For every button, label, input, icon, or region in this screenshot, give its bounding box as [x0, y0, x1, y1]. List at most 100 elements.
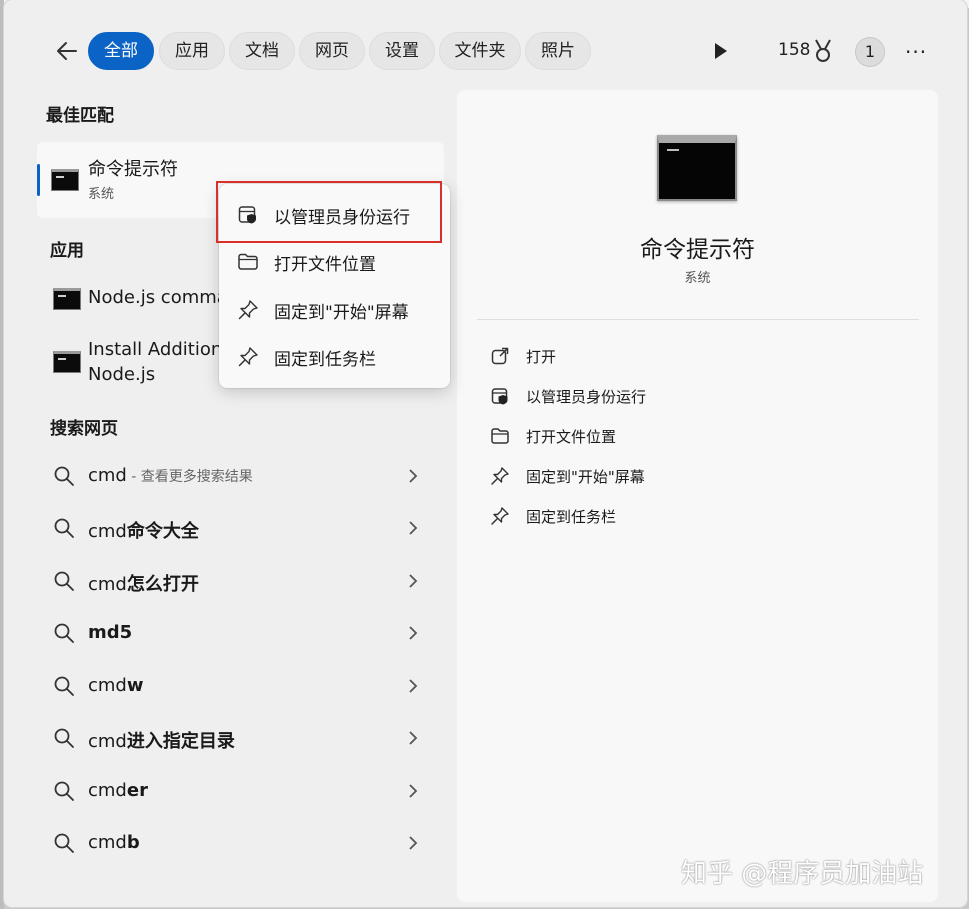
chevron-right-icon — [409, 521, 418, 535]
search-window: 全部 应用 文档 网页 设置 文件夹 照片 158 1 ··· 最佳匹配 命令提… — [4, 0, 967, 907]
search-icon — [54, 781, 74, 801]
action-label: 固定到"开始"屏幕 — [526, 468, 645, 486]
app-result-nodejs-command-prompt[interactable]: Node.js comma — [37, 283, 228, 315]
back-arrow-icon[interactable] — [54, 38, 80, 64]
shield-window-icon — [238, 206, 256, 224]
command-prompt-large-icon — [657, 135, 737, 201]
rewards-points: 158 — [778, 40, 811, 60]
query-hint: - 查看更多搜索结果 — [126, 469, 253, 485]
folder-icon — [491, 428, 509, 444]
context-menu-pin-to-taskbar[interactable]: 固定到任务栏 — [219, 335, 450, 379]
action-pin-to-start[interactable]: 固定到"开始"屏幕 — [487, 458, 887, 494]
query-prefix: cmd — [88, 675, 127, 696]
chevron-right-icon — [409, 731, 418, 745]
chevron-right-icon — [409, 469, 418, 483]
best-match-heading: 最佳匹配 — [46, 106, 114, 126]
context-menu-label: 固定到任务栏 — [274, 350, 376, 370]
open-external-icon — [491, 347, 509, 365]
search-icon — [54, 571, 74, 591]
play-icon[interactable] — [712, 41, 730, 61]
filter-chip-apps[interactable]: 应用 — [159, 32, 225, 70]
search-icon — [54, 833, 74, 853]
action-open[interactable]: 打开 — [487, 338, 887, 374]
medal-icon[interactable] — [811, 38, 835, 64]
query-suggestion: 进入指定目录 — [126, 731, 235, 752]
action-pin-to-taskbar[interactable]: 固定到任务栏 — [487, 498, 887, 534]
search-icon — [54, 728, 74, 748]
context-menu-run-as-admin[interactable]: 以管理员身份运行 — [219, 193, 450, 237]
search-icon — [54, 466, 74, 486]
pin-icon — [491, 507, 509, 525]
chevron-right-icon — [409, 574, 418, 588]
best-match-subtitle: 系统 — [88, 187, 115, 202]
context-menu-pin-to-start[interactable]: 固定到"开始"屏幕 — [219, 288, 450, 332]
filter-chip-settings[interactable]: 设置 — [369, 32, 435, 70]
query-suggestion: 怎么打开 — [126, 574, 199, 595]
pin-icon — [491, 467, 509, 485]
search-icon — [54, 623, 74, 643]
search-icon — [54, 518, 74, 538]
query-suggestion: b — [126, 832, 140, 853]
chevron-right-icon — [409, 679, 418, 693]
filter-chip-all[interactable]: 全部 — [88, 32, 154, 70]
command-prompt-icon — [53, 351, 81, 373]
command-prompt-icon — [51, 169, 79, 191]
detail-divider — [477, 319, 919, 320]
app-result-label-line2: Node.js — [88, 364, 156, 385]
context-menu-open-file-location[interactable]: 打开文件位置 — [219, 240, 450, 284]
web-search-row[interactable]: cmd - 查看更多搜索结果 — [37, 453, 437, 501]
web-search-row[interactable]: cmder — [37, 768, 437, 816]
selection-accent — [37, 164, 40, 196]
web-search-row[interactable]: cmd命令大全 — [37, 505, 437, 553]
action-label: 打开 — [526, 348, 557, 366]
web-search-row[interactable]: cmdw — [37, 663, 437, 711]
shield-window-icon — [491, 388, 508, 405]
query-prefix: cmd — [88, 780, 127, 801]
context-menu-label: 打开文件位置 — [274, 255, 376, 275]
query-suggestion: 命令大全 — [126, 521, 199, 542]
query-prefix: cmd — [88, 832, 127, 853]
filter-chip-documents[interactable]: 文档 — [229, 32, 295, 70]
query-suggestion: w — [126, 675, 144, 696]
app-result-install-additional-tools[interactable]: Install Additiona Node.js — [37, 337, 233, 389]
web-search-row[interactable]: cmdb — [37, 820, 437, 868]
filter-chip-web[interactable]: 网页 — [299, 32, 365, 70]
filter-chip-folders[interactable]: 文件夹 — [439, 32, 521, 70]
action-label: 以管理员身份运行 — [526, 388, 647, 406]
query-suggestion: er — [126, 780, 148, 801]
app-result-label-line1: Install Additiona — [88, 339, 234, 360]
context-menu: 以管理员身份运行 打开文件位置 固定到"开始"屏幕 固定到任务栏 — [219, 184, 450, 388]
web-search-row[interactable]: md5 — [37, 610, 437, 658]
chevron-right-icon — [409, 626, 418, 640]
best-match-name: 命令提示符 — [88, 159, 178, 180]
folder-icon — [238, 253, 258, 270]
watermark: 知乎 @程序员加油站 — [681, 859, 924, 889]
context-menu-label: 固定到"开始"屏幕 — [274, 303, 409, 323]
app-result-label: Node.js comma — [88, 287, 228, 308]
command-prompt-icon — [53, 288, 81, 310]
query-prefix: cmd — [88, 731, 127, 752]
apps-heading: 应用 — [50, 241, 84, 261]
filter-chip-photos[interactable]: 照片 — [525, 32, 591, 70]
query-prefix: cmd — [88, 574, 127, 595]
action-open-file-location[interactable]: 打开文件位置 — [487, 418, 887, 454]
query-suggestion: md5 — [88, 622, 133, 643]
detail-panel: 命令提示符 系统 打开 以管理员身份运行 打开文件位置 固定到"开始"屏幕 固定… — [457, 90, 938, 902]
action-label: 固定到任务栏 — [526, 508, 617, 526]
web-search-heading: 搜索网页 — [50, 419, 118, 439]
query-prefix: cmd — [88, 521, 127, 542]
chevron-right-icon — [409, 836, 418, 850]
search-icon — [54, 676, 74, 696]
pin-icon — [238, 300, 258, 320]
web-search-row[interactable]: cmd怎么打开 — [37, 558, 437, 606]
pin-icon — [238, 347, 258, 367]
chevron-right-icon — [409, 784, 418, 798]
action-run-as-admin[interactable]: 以管理员身份运行 — [487, 378, 887, 414]
context-menu-label: 以管理员身份运行 — [274, 208, 410, 228]
action-label: 打开文件位置 — [526, 428, 617, 446]
avatar[interactable]: 1 — [855, 37, 885, 67]
detail-title: 命令提示符 — [640, 237, 755, 263]
web-search-row[interactable]: cmd进入指定目录 — [37, 715, 437, 763]
more-options-button[interactable]: ··· — [905, 40, 927, 64]
query-prefix: cmd — [88, 465, 127, 486]
